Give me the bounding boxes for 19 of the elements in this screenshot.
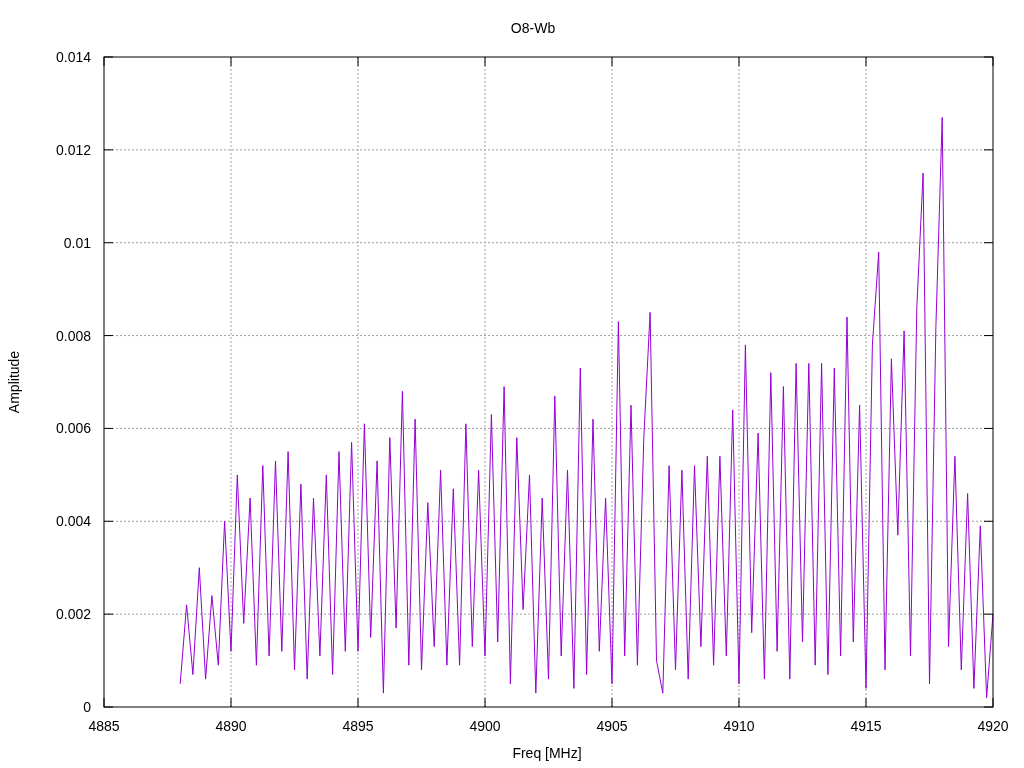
x-tick-label: 4890	[215, 718, 247, 734]
x-axis-label: Freq [MHz]	[512, 745, 582, 761]
x-tick-label: 4895	[342, 718, 374, 734]
x-tick-label: 4920	[977, 718, 1009, 734]
x-tick-label: 4905	[596, 718, 628, 734]
y-tick-label: 0.014	[55, 49, 91, 65]
x-tick-label: 4885	[88, 718, 120, 734]
y-tick-label: 0	[83, 699, 91, 715]
x-tick-label: 4900	[469, 718, 501, 734]
y-axis-label: Amplitude	[6, 350, 22, 414]
y-tick-label: 0.012	[55, 141, 91, 158]
y-tick-label: 0.004	[55, 513, 91, 530]
y-tick-label: 0.006	[55, 420, 91, 437]
y-tick-label: 0.002	[55, 606, 91, 623]
y-tick-label: 0.01	[63, 234, 91, 251]
x-tick-label: 4910	[723, 718, 755, 734]
x-tick-label: 4915	[850, 718, 882, 734]
y-tick-label: 0.008	[55, 327, 91, 344]
chart-title: O8-Wb	[510, 20, 556, 36]
